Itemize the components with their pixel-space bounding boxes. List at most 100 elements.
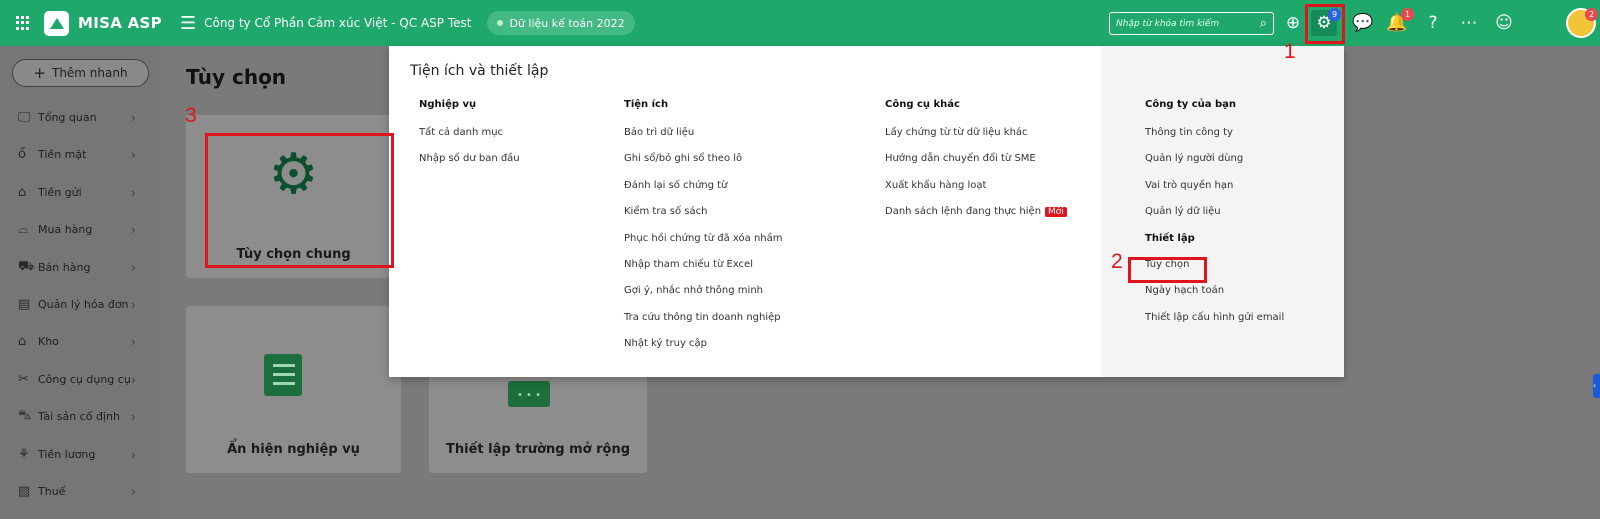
menu-link[interactable]: Hướng dẫn chuyển đổi từ SME bbox=[885, 152, 1067, 178]
notification-badge: 1 bbox=[1401, 8, 1414, 21]
company-name[interactable]: Công ty Cổ Phần Cảm xúc Việt - QC ASP Te… bbox=[204, 16, 471, 30]
card-show-hide-operations[interactable]: Ẩn hiện nghiệp vụ bbox=[186, 306, 401, 473]
bell-icon[interactable]: 🔔 1 bbox=[1384, 8, 1414, 36]
menu-link[interactable]: Thông tin công ty bbox=[1145, 126, 1284, 152]
quick-add-button[interactable]: + Thêm nhanh bbox=[12, 59, 149, 87]
highlight-settings bbox=[1305, 4, 1345, 44]
section-heading-thiet-lap: Thiết lập bbox=[1145, 232, 1195, 244]
highlight-options-link bbox=[1128, 257, 1207, 283]
sidebar-item-tai-san-co-dinh[interactable]: ⛍ Tài sản cố định › bbox=[0, 398, 160, 435]
misa-logo-icon bbox=[44, 10, 69, 36]
chevron-right-icon: › bbox=[131, 372, 136, 387]
step-number: 1 bbox=[1284, 40, 1296, 63]
step-number: 2 bbox=[1111, 250, 1123, 273]
checklist-icon bbox=[264, 354, 302, 396]
chevron-right-icon: › bbox=[131, 147, 136, 162]
menu-link[interactable]: Gợi ý, nhắc nhở thông minh bbox=[624, 284, 783, 310]
quick-add-label: Thêm nhanh bbox=[51, 66, 128, 80]
help-icon[interactable]: ? bbox=[1420, 10, 1446, 36]
sidebar-item-cong-cu-dung-cu[interactable]: ✂ Công cụ dụng cụ › bbox=[0, 361, 160, 398]
sidebar-item-label: Tiền mặt bbox=[38, 148, 87, 161]
menu-link[interactable]: Ghi sổ/bỏ ghi sổ theo lô bbox=[624, 152, 783, 178]
more-icon[interactable]: ⋯ bbox=[1456, 10, 1482, 36]
ai-assistant-icon[interactable]: ☺ bbox=[1491, 10, 1517, 36]
sidebar-item-label: Kho bbox=[38, 335, 59, 348]
menu-link[interactable]: Lấy chứng từ từ dữ liệu khác bbox=[885, 126, 1067, 152]
sidebar-item-label: Tiền lương bbox=[38, 448, 96, 461]
sidebar-item-tong-quan[interactable]: 🖵 Tổng quan › bbox=[0, 99, 160, 136]
column-tien-ich: Tiện ích Bảo trì dữ liệu Ghi sổ/bỏ ghi s… bbox=[624, 99, 783, 364]
sidebar-item-tien-gui[interactable]: ⌂ Tiền gửi › bbox=[0, 174, 160, 211]
sidebar-item-label: Mua hàng bbox=[38, 223, 93, 236]
menu-link[interactable]: Phục hồi chứng từ đã xóa nhầm bbox=[624, 232, 783, 258]
sidebar-item-tien-luong[interactable]: ⚘ Tiền lương › bbox=[0, 436, 160, 473]
running-commands-link[interactable]: Danh sách lệnh đang thực hiện Mới bbox=[885, 205, 1067, 231]
menu-link[interactable]: Vai trò quyền hạn bbox=[1145, 179, 1284, 205]
chevron-right-icon: › bbox=[131, 484, 136, 499]
sidebar-item-label: Tổng quan bbox=[38, 111, 97, 124]
app-grid-icon[interactable] bbox=[16, 16, 30, 30]
avatar-badge: 2 bbox=[1585, 8, 1598, 21]
column-cong-cu-khac: Công cụ khác Lấy chứng từ từ dữ liệu khá… bbox=[885, 99, 1067, 232]
menu-link[interactable]: Tra cứu thông tin doanh nghiệp bbox=[624, 311, 783, 337]
chevron-right-icon: › bbox=[131, 222, 136, 237]
hamburger-menu-icon[interactable]: ☰ bbox=[180, 13, 196, 34]
search-input[interactable]: Nhập từ khóa tìm kiếm bbox=[1116, 19, 1219, 29]
menu-link[interactable]: Quản lý dữ liệu bbox=[1145, 205, 1284, 231]
menu-link[interactable]: Nhập tham chiếu từ Excel bbox=[624, 258, 783, 284]
panel-title: Tiện ích và thiết lập bbox=[410, 63, 549, 79]
sidebar-item-tien-mat[interactable]: ő Tiền mặt › bbox=[0, 136, 160, 173]
sidebar-item-label: Thuế bbox=[38, 485, 66, 498]
chevron-right-icon: › bbox=[131, 185, 136, 200]
chat-icon[interactable]: 💬 bbox=[1350, 10, 1376, 36]
menu-link[interactable]: Nhật ký truy cập bbox=[624, 337, 783, 363]
chevron-right-icon: › bbox=[131, 447, 136, 462]
download-icon[interactable]: ⊕ bbox=[1280, 10, 1306, 36]
column-cong-ty-cua-ban: Công ty của bạn Thông tin công ty Quản l… bbox=[1145, 99, 1284, 337]
bank-icon: ⌂ bbox=[18, 185, 27, 200]
data-year-badge[interactable]: Dữ liệu kế toán 2022 bbox=[487, 11, 635, 35]
chevron-right-icon: › bbox=[131, 297, 136, 312]
money-bag-icon: ő bbox=[18, 147, 26, 162]
menu-link[interactable]: Tất cả danh mục bbox=[419, 126, 520, 152]
avatar[interactable]: 2 bbox=[1566, 8, 1598, 38]
menu-link[interactable]: Thiết lập cấu hình gửi email bbox=[1145, 311, 1284, 337]
card-label: Ẩn hiện nghiệp vụ bbox=[227, 442, 360, 457]
tools-icon: ✂ bbox=[18, 372, 29, 387]
data-year-label: Dữ liệu kế toán 2022 bbox=[509, 16, 625, 30]
chevron-right-icon: › bbox=[131, 334, 136, 349]
status-dot-icon bbox=[497, 20, 504, 26]
tax-icon: ▧ bbox=[18, 484, 31, 499]
shopping-bag-icon: ⌓ bbox=[18, 222, 29, 237]
warehouse-icon: ⌂ bbox=[18, 334, 27, 349]
column-heading: Công cụ khác bbox=[885, 99, 960, 110]
collapse-panel-icon[interactable]: ‹ bbox=[1593, 374, 1600, 398]
chevron-right-icon: › bbox=[131, 110, 136, 125]
highlight-general-options-card bbox=[205, 133, 394, 268]
app-name: MISA ASP bbox=[78, 14, 162, 32]
menu-link[interactable]: Kiểm tra số sách bbox=[624, 205, 783, 231]
menu-link-label: Danh sách lệnh đang thực hiện bbox=[885, 206, 1042, 218]
column-heading: Nghiệp vụ bbox=[419, 99, 477, 110]
sidebar-item-quan-ly-hoa-don[interactable]: ▤ Quản lý hóa đơn › bbox=[0, 286, 160, 323]
new-badge: Mới bbox=[1045, 207, 1067, 218]
menu-link[interactable]: Xuất khẩu hàng loạt bbox=[885, 179, 1067, 205]
menu-link[interactable]: Nhập số dư ban đầu bbox=[419, 152, 520, 178]
sidebar-item-kho[interactable]: ⌂ Kho › bbox=[0, 323, 160, 360]
search-icon[interactable]: ⌕ bbox=[1260, 16, 1267, 31]
column-heading: Công ty của bạn bbox=[1145, 99, 1237, 110]
sidebar-item-ban-hang[interactable]: ⛟ Bán hàng › bbox=[0, 249, 160, 286]
menu-link[interactable]: Ngày hạch toán bbox=[1145, 284, 1284, 310]
sidebar-item-label: Quản lý hóa đơn bbox=[38, 298, 129, 311]
column-nghiep-vu: Nghiệp vụ Tất cả danh mục Nhập số dư ban… bbox=[419, 99, 520, 179]
menu-link[interactable]: Đánh lại số chứng từ bbox=[624, 179, 783, 205]
sidebar-item-thue[interactable]: ▧ Thuế › bbox=[0, 473, 160, 510]
sidebar-item-mua-hang[interactable]: ⌓ Mua hàng › bbox=[0, 211, 160, 248]
utilities-settings-panel: Tiện ích và thiết lập Nghiệp vụ Tất cả d… bbox=[389, 46, 1344, 377]
menu-link[interactable]: Quản lý người dùng bbox=[1145, 152, 1284, 178]
invoice-icon: ▤ bbox=[18, 297, 31, 312]
card-label: Thiết lập trường mở rộng bbox=[446, 442, 630, 457]
chevron-right-icon: › bbox=[131, 409, 136, 424]
search-box[interactable]: Nhập từ khóa tìm kiếm ⌕ bbox=[1109, 12, 1274, 35]
menu-link[interactable]: Bảo trì dữ liệu bbox=[624, 126, 783, 152]
